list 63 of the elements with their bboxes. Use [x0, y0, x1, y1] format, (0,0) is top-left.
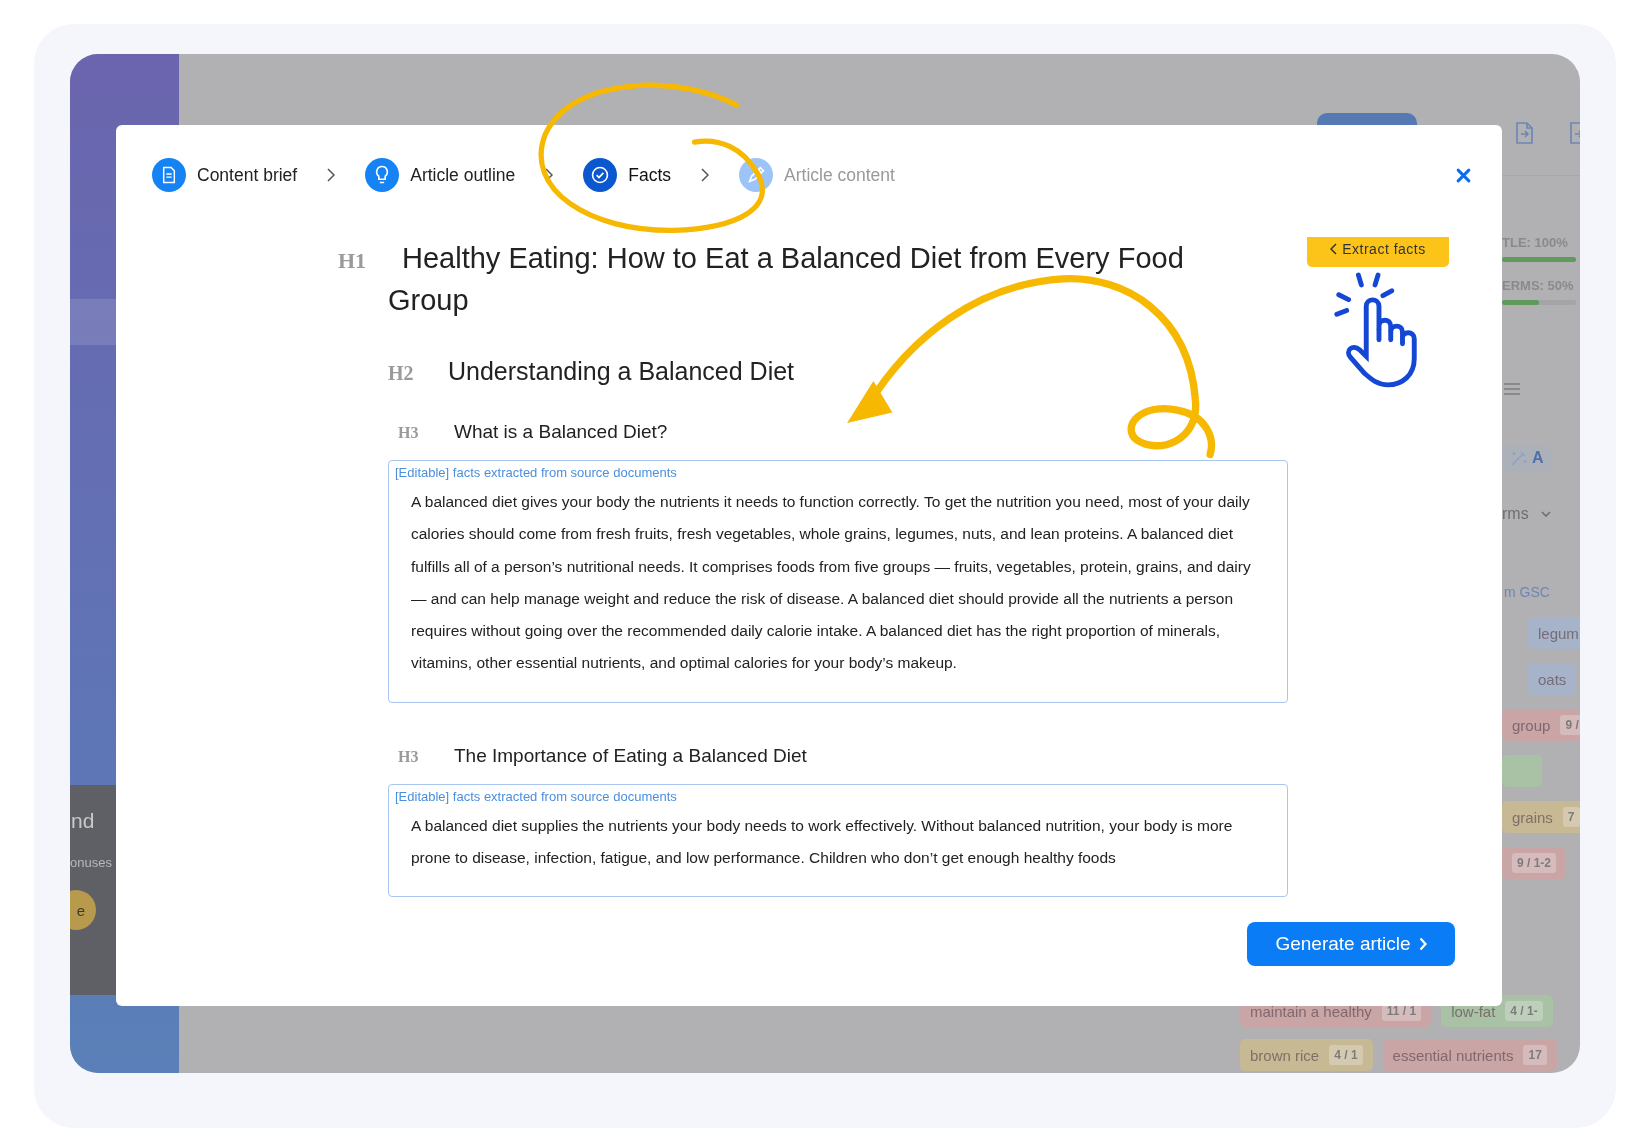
promo-button[interactable]: e: [70, 890, 96, 930]
article-title: Healthy Eating: How to Eat a Balanced Diet from Every Food Group: [388, 241, 1185, 318]
subsection-heading: The Importance of Eating a Balanced Diet: [454, 743, 807, 768]
gsc-link[interactable]: m GSC: [1502, 584, 1550, 600]
list-icon[interactable]: [1504, 383, 1520, 395]
stepper-step[interactable]: Content brief: [152, 158, 298, 192]
facts-paragraph: A balanced diet gives your body the nutrients it needs to function correctly. To get the nutrition you need, most of your daily calories should come from fresh fruits, fresh vegetables, whole grains, legumes, nuts, and lean proteins. A balanced diet fulfills all of a person’s nutritional needs. It comprises foods from five groups — fruits, vegetables, protein, grains, and dairy — and can help manage weight and reduce the risk of disease. A balanced diet should provide all the nutrients a person requires without going over the recommended daily calorie intake. A balanced diet has the right proportion of minerals, vitamins, other essential nutrients, and optimal calories for your body’s makeup.: [410, 492, 1252, 674]
pencil-icon: [739, 158, 774, 192]
tag-count: 9 / 1-2: [1512, 853, 1557, 873]
tag-count: 7: [1562, 807, 1580, 827]
keyword-tag[interactable]: 9 / 1-2: [1502, 847, 1567, 879]
facts-editor[interactable]: [388, 783, 1288, 898]
generate-article-button[interactable]: Generate article: [1247, 922, 1455, 966]
check-circle-icon: [583, 158, 618, 192]
keyword-tag[interactable]: [1502, 755, 1542, 787]
dropdown-label: rms: [1502, 505, 1529, 523]
keyword-tag[interactable]: group 9 /: [1502, 709, 1580, 741]
close-icon[interactable]: [1456, 167, 1471, 183]
tag-count: 4 / 1: [1329, 1045, 1363, 1065]
facts-caption: [Editable] facts extracted from source documents: [395, 788, 678, 804]
tag-label: essential nutrients: [1392, 1046, 1514, 1064]
document-icon: [152, 158, 186, 192]
tag-count: 4 / 1-: [1505, 1001, 1543, 1021]
heading-level-tag: H3: [398, 747, 454, 766]
heading-level-tag: H3: [398, 424, 454, 442]
facts-caption: [Editable] facts extracted from source documents: [395, 465, 678, 480]
tag-label: brown rice: [1250, 1046, 1320, 1064]
tag-label: legum: [1538, 624, 1579, 642]
stepper-step[interactable]: Facts: [583, 158, 672, 192]
chevron-right-icon: [1418, 937, 1427, 951]
tag-label: low-fat: [1451, 1002, 1496, 1020]
stepper-step[interactable]: Article content: [739, 158, 895, 192]
wand-icon: [1510, 449, 1528, 467]
tag-count: 9 /: [1560, 715, 1580, 735]
stepper-step[interactable]: Article outline: [365, 158, 516, 192]
facts-editor[interactable]: [388, 460, 1288, 703]
chevron-right-icon: [327, 168, 336, 182]
chevron-right-icon: [701, 168, 710, 182]
keyword-tag[interactable]: essential nutrients 17: [1382, 1039, 1557, 1071]
heading-level-tag: H2: [388, 362, 448, 385]
section-heading: Understanding a Balanced Diet: [448, 356, 795, 387]
subsection-heading: What is a Balanced Diet?: [454, 420, 668, 444]
ai-button[interactable]: A: [1502, 445, 1552, 471]
extract-facts-button[interactable]: Extract facts: [1307, 237, 1449, 267]
document-icon[interactable]: [1514, 121, 1534, 145]
keyword-tag[interactable]: grains 7: [1502, 801, 1580, 833]
chevron-left-icon: [1330, 243, 1338, 255]
keyword-tag[interactable]: oats: [1528, 663, 1577, 695]
tag-label: maintain a healthy: [1250, 1002, 1372, 1020]
lightbulb-icon: [365, 158, 400, 192]
keyword-tag[interactable]: legum: [1528, 617, 1580, 649]
facts-paragraph: A balanced diet supplies the nutrients your body needs to work effectively. Without balanced nutrition, your body is more prone to disease, infection, fatigue, and low performance. Children who don’t get enough healthy foods: [410, 815, 1234, 869]
terms-dropdown[interactable]: rms: [1502, 505, 1551, 523]
tag-count: 17: [1523, 1045, 1547, 1065]
heading-level-tag: H1: [338, 248, 388, 274]
chevron-down-icon: [1540, 511, 1551, 517]
keyword-tag[interactable]: brown rice 4 / 1: [1240, 1039, 1373, 1071]
ai-button-label: A: [1532, 449, 1544, 467]
tag-label: group: [1512, 716, 1551, 734]
panel-text: onuses: [70, 855, 112, 870]
tag-label: grains: [1512, 808, 1553, 826]
tag-label: oats: [1538, 670, 1567, 688]
panel-title: nd: [70, 809, 95, 833]
